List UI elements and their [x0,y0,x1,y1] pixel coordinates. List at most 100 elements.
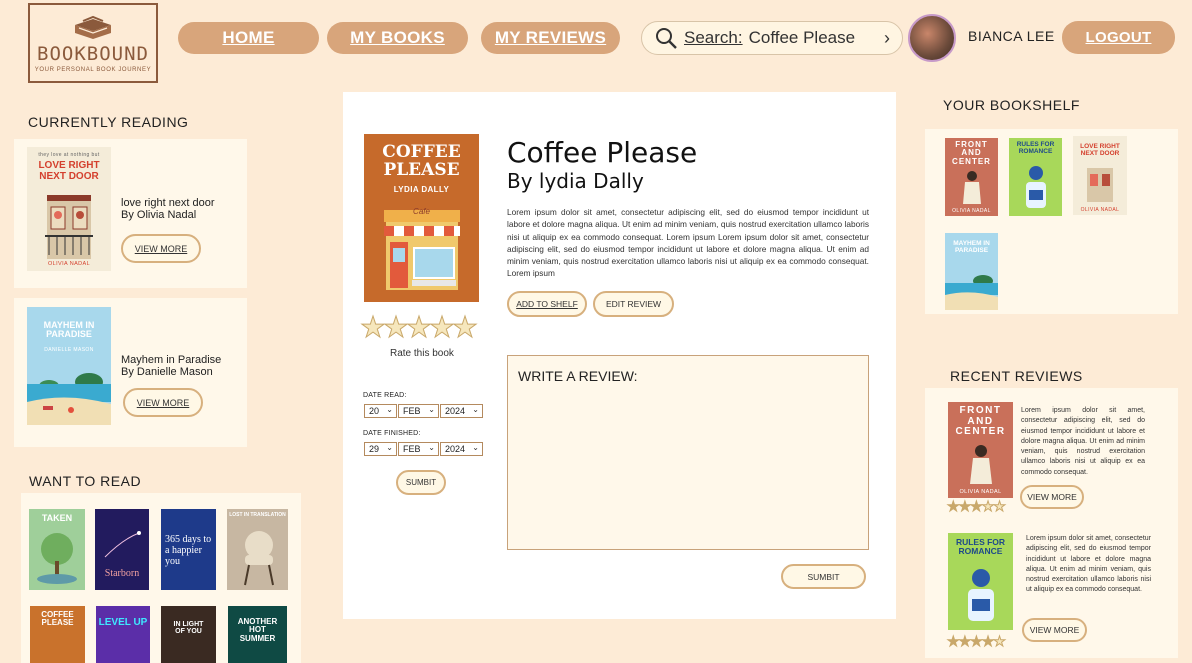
cover-author: OLIVIA NADAL [959,489,1002,495]
chevron-down-icon: ⌄ [428,405,435,414]
star-icon: ★ [970,498,983,515]
star-icon[interactable]: ★ [452,310,479,345]
reader-illustration [1026,166,1046,208]
cover-title: Starborn [104,568,140,579]
star-icon[interactable]: ★ [360,310,387,345]
book-author: By Danielle Mason [121,366,213,378]
beach-illustration [945,275,998,310]
cover-author: OLIVIA NADAL [47,261,91,267]
review-text: Lorem ipsum dolor sit amet, consectetur … [1021,407,1145,476]
book-author: By lydia Dally [507,169,644,193]
review-text: Lorem ipsum dolor sit amet, consectetur … [1026,535,1151,594]
cover-title: TAKEN [41,513,73,523]
view-more-button[interactable]: VIEW MORE [123,388,203,417]
logo[interactable]: BOOKBOUND YOUR PERSONAL BOOK JOURNEY [28,3,158,83]
book-cover[interactable]: RULES FOR ROMANCE [948,533,1013,630]
rate-label: Rate this book [390,348,454,359]
review-rating: ★ ★ ★ ★ ★ [947,633,1007,650]
book-title[interactable]: Mayhem in Paradise [121,354,221,366]
tree-illustration [37,533,77,584]
book-cover[interactable]: MAYHEM IN PARADISE [945,233,998,310]
star-icon: ★ [947,498,960,515]
brand-tagline: YOUR PERSONAL BOOK JOURNEY [34,67,152,73]
cover-title: RULES FOR ROMANCE [955,537,1006,556]
currently-reading-card: they love at nothing but LOVE RIGHT NEXT… [14,139,247,288]
recent-reviews-title: RECENT REVIEWS [950,368,1083,384]
book-cover[interactable]: IN LIGHT OF YOU [161,606,216,663]
want-to-read-grid: TAKEN Starborn 365 days to a happier you… [21,493,301,663]
date-finished-day-select[interactable]: 29 ⌄ [364,442,397,456]
date-finished-month-select[interactable]: FEB ⌄ [398,442,439,456]
book-cover[interactable]: COFFEE PLEASE [30,606,85,663]
cover-title: LEVEL UP [98,617,148,628]
date-read-year-select[interactable]: 2024 ⌄ [440,404,483,418]
book-cover[interactable]: FRONT AND CENTER OLIVIA NADAL [948,402,1013,498]
reader-illustration [968,569,994,621]
avatar[interactable] [908,14,956,62]
book-cover[interactable]: Starborn [95,509,149,590]
cover-title: LOVE RIGHT NEXT DOOR [1080,143,1120,157]
want-to-read-title: WANT TO READ [29,473,142,489]
book-cover[interactable]: TAKEN [29,509,85,590]
star-icon[interactable]: ★ [383,310,410,345]
currently-reading-title: CURRENTLY READING [28,114,189,130]
nav-home-button[interactable]: HOME [178,22,319,54]
search-icon [656,28,677,49]
star-icon[interactable]: ★ [406,310,433,345]
cover-title: COFFEE PLEASE [41,610,74,628]
book-cover[interactable]: LEVEL UP [96,606,150,663]
brand-name: BOOKBOUND [37,43,149,65]
book-stack-icon [75,15,111,39]
search-input[interactable]: Coffee Please [749,28,855,47]
chevron-right-icon[interactable]: › [884,28,890,49]
star-icon: ★ [970,633,983,650]
review-textarea[interactable]: WRITE A REVIEW: [507,355,869,550]
book-cover[interactable]: FRONT AND CENTER OLIVIA NADAL [945,138,998,216]
book-cover[interactable]: LOVE RIGHT NEXT DOOR OLIVIA NADAL [1073,136,1127,215]
book-cover[interactable]: LOST IN TRANSLATION [227,509,288,590]
bookshelf-title: YOUR BOOKSHELF [943,97,1080,113]
cover-title: LOVE RIGHT NEXT DOOR [38,160,100,182]
date-read-label: DATE READ: [363,392,407,399]
cover-title: IN LIGHT OF YOU [173,621,204,636]
book-title[interactable]: love right next door [121,197,215,209]
cover-tagline: they love at nothing but [38,152,100,158]
book-cover[interactable]: they love at nothing but LOVE RIGHT NEXT… [27,147,111,271]
cover-sign: Cafe [413,207,430,216]
review-rating: ★ ★ ★ ★ ★ [947,498,1007,515]
star-icon: ★ [958,633,971,650]
book-cover[interactable]: RULES FOR ROMANCE [1009,138,1062,216]
cover-title: RULES FOR ROMANCE [1016,141,1055,155]
add-to-shelf-button[interactable]: ADD TO SHELF [507,291,587,317]
currently-reading-card: MAYHEM IN PARADISE DANIELLE MASON Mayhem… [14,298,247,447]
view-more-button[interactable]: VIEW MORE [1022,618,1087,642]
dates-submit-button[interactable]: SUMBIT [396,470,446,495]
search-bar[interactable]: Search: Coffee Please › [641,21,903,55]
view-more-button[interactable]: VIEW MORE [1020,485,1084,509]
book-cover[interactable]: 365 days to a happier you [161,509,216,590]
cover-title: FRONT AND CENTER [955,405,1006,437]
date-read-month-select[interactable]: FEB ⌄ [398,404,439,418]
star-trail-illustration [104,531,141,558]
view-more-button[interactable]: VIEW MORE [121,234,201,263]
review-submit-button[interactable]: SUMBIT [781,564,866,589]
book-cover[interactable]: MAYHEM IN PARADISE DANIELLE MASON [27,307,111,425]
star-icon[interactable]: ★ [429,310,456,345]
recent-reviews-list: FRONT AND CENTER OLIVIA NADAL ★ ★ ★ ★ ★ Lore… [925,388,1178,658]
nav-my-books-button[interactable]: MY BOOKS [327,22,468,54]
logout-button[interactable]: LOGOUT [1062,21,1175,54]
chevron-down-icon: ⌄ [386,443,393,452]
date-read-day-select[interactable]: 20 ⌄ [364,404,397,418]
book-detail-panel: COFFEE PLEASE LYDIA DALLY Cafe Coffee Pl… [343,92,896,619]
star-icon: ★ [958,498,971,515]
book-cover-large: COFFEE PLEASE LYDIA DALLY Cafe [364,134,479,302]
nav-my-reviews-button[interactable]: MY REVIEWS [481,22,620,54]
edit-review-button[interactable]: EDIT REVIEW [593,291,674,317]
date-finished-label: DATE FINISHED: [363,430,421,437]
book-title: Coffee Please [507,136,698,169]
date-finished-year-select[interactable]: 2024 ⌄ [440,442,483,456]
star-icon: ★ [947,633,960,650]
rating-input[interactable]: ★ ★ ★ ★ ★ [360,310,479,345]
book-author: By Olivia Nadal [121,209,197,221]
book-cover[interactable]: ANOTHER HOT SUMMER [228,606,287,663]
